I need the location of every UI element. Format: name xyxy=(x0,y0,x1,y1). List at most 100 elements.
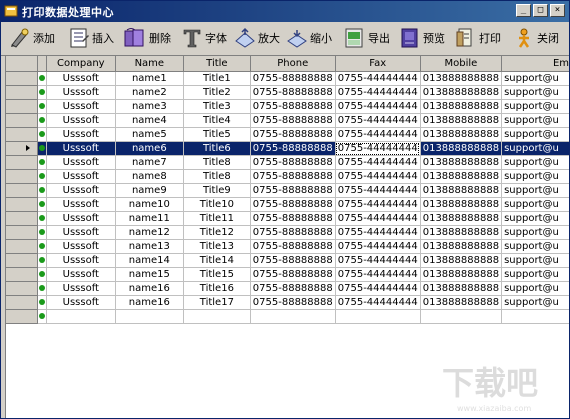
preview-button[interactable]: 预览 xyxy=(399,24,445,52)
font-button[interactable]: 字体 xyxy=(181,24,227,52)
table-cell[interactable]: Title17 xyxy=(183,295,251,310)
table-cell[interactable] xyxy=(46,309,116,324)
table-cell[interactable]: support@u xyxy=(501,239,569,254)
table-row[interactable]: Usssoft name15 Title15 0755-88888888 0755-44… xyxy=(6,267,569,282)
table-cell[interactable]: name12 xyxy=(115,225,184,240)
table-cell[interactable]: Usssoft xyxy=(46,99,116,114)
row-indicator[interactable] xyxy=(6,309,39,324)
table-cell[interactable]: name10 xyxy=(115,197,184,212)
maximize-button[interactable]: □ xyxy=(533,4,548,17)
table-cell[interactable]: Title16 xyxy=(183,281,251,296)
table-cell[interactable]: name11 xyxy=(115,211,184,226)
table-cell[interactable] xyxy=(420,309,503,324)
row-indicator[interactable] xyxy=(6,295,39,310)
table-cell[interactable]: 0755-88888888 xyxy=(250,141,336,156)
table-cell[interactable]: 0755-44444444 xyxy=(335,169,421,184)
table-row[interactable]: Usssoft name6 Title6 0755-88888888 0755-4444… xyxy=(6,141,569,156)
table-cell[interactable]: 0755-88888888 xyxy=(250,85,336,100)
row-indicator[interactable] xyxy=(6,281,39,296)
table-cell[interactable]: 013888888888 xyxy=(420,85,503,100)
close-window-button[interactable]: × xyxy=(550,4,565,17)
table-cell[interactable]: Usssoft xyxy=(46,113,116,128)
table-cell[interactable]: support@u xyxy=(501,155,569,170)
table-cell[interactable]: Usssoft xyxy=(46,169,116,184)
table-cell[interactable]: 013888888888 xyxy=(420,295,503,310)
table-cell[interactable]: 0755-44444444 xyxy=(335,141,421,156)
table-cell[interactable]: support@u xyxy=(501,197,569,212)
column-header[interactable]: Em xyxy=(501,56,569,72)
table-cell[interactable]: name5 xyxy=(115,127,184,142)
table-cell[interactable]: 0755-88888888 xyxy=(250,239,336,254)
table-cell[interactable]: Usssoft xyxy=(46,197,116,212)
table-cell[interactable]: Title8 xyxy=(183,169,251,184)
insert-button[interactable]: 插入 xyxy=(68,24,114,52)
table-cell[interactable]: 0755-44444444 xyxy=(335,155,421,170)
row-indicator[interactable] xyxy=(6,113,39,128)
row-indicator[interactable] xyxy=(6,267,39,282)
table-cell[interactable]: Title1 xyxy=(183,71,251,86)
table-cell[interactable]: 0755-44444444 xyxy=(335,239,421,254)
table-cell[interactable]: 0755-44444444 xyxy=(335,225,421,240)
table-row[interactable]: Usssoft name16 Title17 0755-88888888 0755-44… xyxy=(6,295,569,310)
table-cell[interactable]: Usssoft xyxy=(46,267,116,282)
table-cell[interactable]: Title14 xyxy=(183,253,251,268)
add-button[interactable]: 添加 xyxy=(9,24,55,52)
table-cell[interactable] xyxy=(501,309,569,324)
table-cell[interactable]: Title2 xyxy=(183,85,251,100)
row-indicator[interactable] xyxy=(6,225,39,240)
table-cell[interactable]: support@u xyxy=(501,99,569,114)
table-cell[interactable]: 0755-88888888 xyxy=(250,127,336,142)
column-header[interactable]: Phone xyxy=(250,56,336,72)
table-cell[interactable]: name15 xyxy=(115,267,184,282)
table-cell[interactable]: name2 xyxy=(115,85,184,100)
table-cell[interactable]: 013888888888 xyxy=(420,155,503,170)
table-cell[interactable]: support@u xyxy=(501,267,569,282)
table-cell[interactable]: support@u xyxy=(501,71,569,86)
table-row[interactable]: Usssoft name10 Title10 0755-88888888 0755-44… xyxy=(6,197,569,212)
row-indicator[interactable] xyxy=(6,239,39,254)
column-header[interactable]: Fax xyxy=(335,56,421,72)
table-cell[interactable]: Usssoft xyxy=(46,127,116,142)
table-cell[interactable]: 0755-44444444 xyxy=(335,253,421,268)
row-indicator[interactable] xyxy=(6,169,39,184)
row-indicator[interactable] xyxy=(6,155,39,170)
row-indicator[interactable] xyxy=(6,99,39,114)
minimize-button[interactable]: _ xyxy=(516,4,531,17)
table-cell[interactable]: 0755-88888888 xyxy=(250,155,336,170)
table-cell[interactable]: name4 xyxy=(115,113,184,128)
table-cell[interactable]: 0755-44444444 xyxy=(335,85,421,100)
table-cell[interactable]: 013888888888 xyxy=(420,281,503,296)
table-cell[interactable] xyxy=(183,309,251,324)
zoom-in-button[interactable]: 放大 xyxy=(234,24,280,52)
table-cell[interactable]: Usssoft xyxy=(46,225,116,240)
table-row[interactable]: Usssoft name9 Title9 0755-88888888 0755-4444… xyxy=(6,183,569,198)
table-cell[interactable]: 013888888888 xyxy=(420,225,503,240)
table-cell[interactable]: Usssoft xyxy=(46,85,116,100)
table-cell[interactable]: 0755-88888888 xyxy=(250,113,336,128)
table-cell[interactable]: 0755-88888888 xyxy=(250,183,336,198)
table-cell[interactable]: 0755-44444444 xyxy=(335,113,421,128)
table-cell[interactable]: name13 xyxy=(115,239,184,254)
new-row[interactable] xyxy=(6,309,569,324)
column-header[interactable]: Name xyxy=(115,56,184,72)
table-cell[interactable]: Title5 xyxy=(183,127,251,142)
table-cell[interactable]: Usssoft xyxy=(46,141,116,156)
table-cell[interactable]: 0755-88888888 xyxy=(250,225,336,240)
table-cell[interactable]: Usssoft xyxy=(46,253,116,268)
table-cell[interactable]: 0755-88888888 xyxy=(250,169,336,184)
table-cell[interactable]: 013888888888 xyxy=(420,211,503,226)
table-row[interactable]: Usssoft name1 Title1 0755-88888888 0755-4444… xyxy=(6,71,569,86)
table-row[interactable]: Usssoft name3 Title3 0755-88888888 0755-4444… xyxy=(6,99,569,114)
table-cell[interactable]: 0755-44444444 xyxy=(335,127,421,142)
table-cell[interactable]: Title8 xyxy=(183,155,251,170)
row-indicator[interactable] xyxy=(6,183,39,198)
table-cell[interactable]: 0755-44444444 xyxy=(335,183,421,198)
table-cell[interactable]: 013888888888 xyxy=(420,183,503,198)
table-cell[interactable] xyxy=(115,309,184,324)
table-cell[interactable]: 0755-88888888 xyxy=(250,253,336,268)
table-row[interactable]: Usssoft name12 Title12 0755-88888888 0755-44… xyxy=(6,225,569,240)
column-header[interactable]: Mobile xyxy=(420,56,503,72)
table-row[interactable]: Usssoft name14 Title14 0755-88888888 0755-44… xyxy=(6,253,569,268)
title-bar[interactable]: 打印数据处理中心 _ □ × xyxy=(1,1,569,22)
table-cell[interactable]: support@u xyxy=(501,281,569,296)
